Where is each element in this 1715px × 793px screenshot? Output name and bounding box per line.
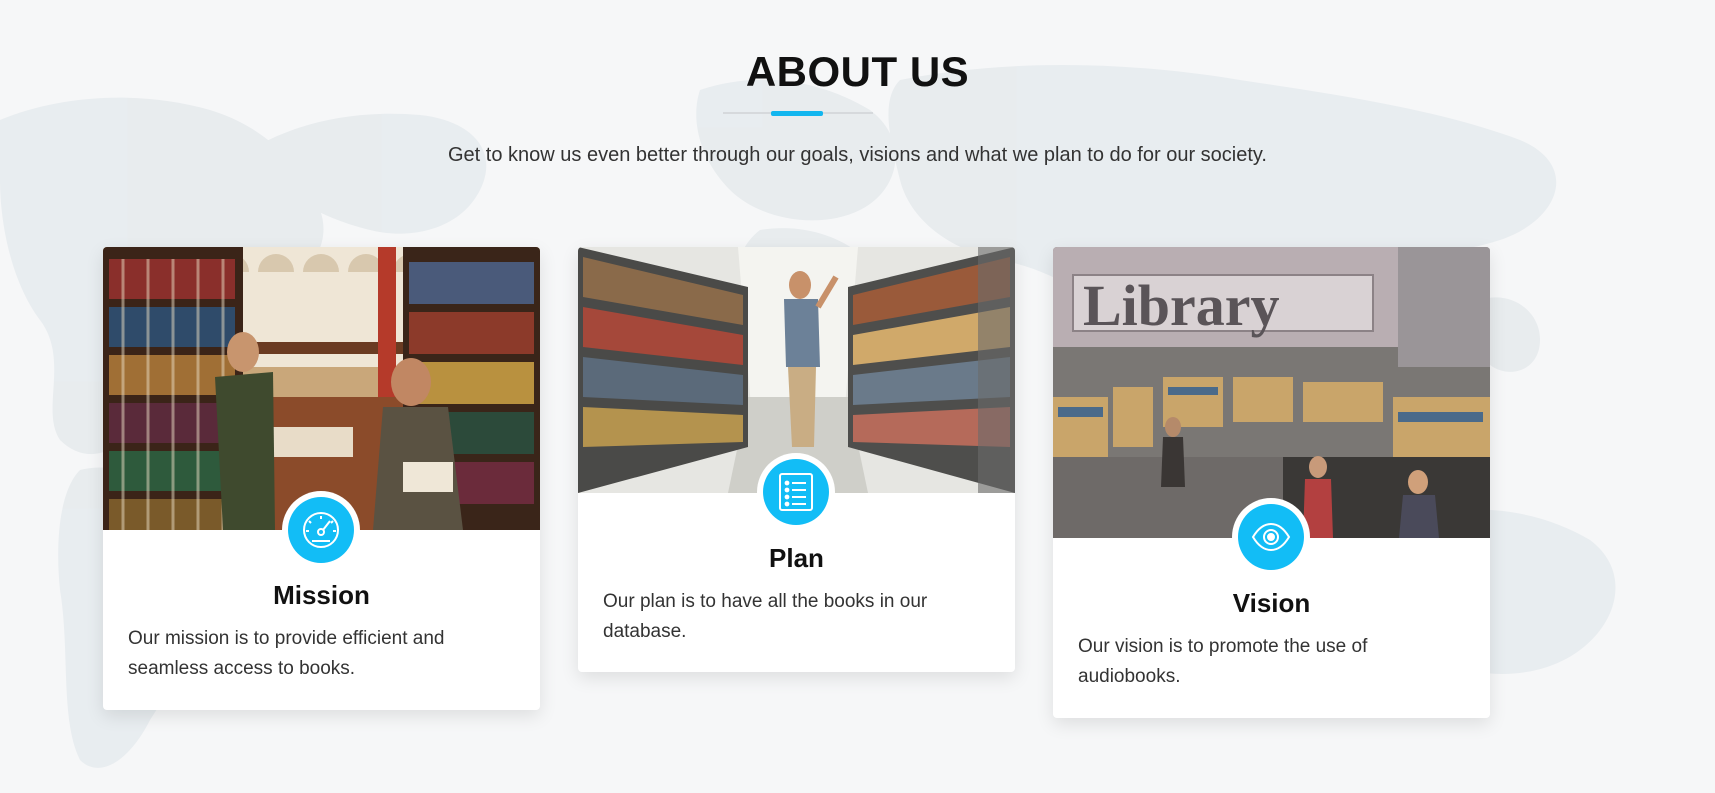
card-text: Our plan is to have all the books in our… bbox=[603, 591, 928, 642]
library-stacks-photo bbox=[103, 247, 540, 530]
eye-icon bbox=[1251, 522, 1291, 552]
list-document-icon bbox=[779, 473, 813, 511]
mission-icon-badge bbox=[282, 491, 360, 569]
about-us-section: ABOUT US Get to know us even better thro… bbox=[0, 0, 1715, 793]
card-title: Vision bbox=[1232, 588, 1311, 618]
section-title: ABOUT US bbox=[745, 48, 970, 95]
card-title: Plan bbox=[769, 543, 824, 573]
card-title: Mission bbox=[273, 580, 370, 610]
vision-card: Library Vision Our vision is to promote … bbox=[1053, 247, 1490, 718]
speedometer-icon bbox=[303, 512, 339, 548]
mission-card: Mission Our mission is to provide effici… bbox=[103, 247, 540, 710]
plan-card: Plan Our plan is to have all the books i… bbox=[578, 247, 1015, 672]
card-text: Our vision is to promote the use of audi… bbox=[1078, 636, 1368, 687]
plan-icon-badge bbox=[757, 453, 835, 531]
card-text: Our mission is to provide efficient and … bbox=[128, 628, 445, 679]
library-sign: Library bbox=[1083, 273, 1280, 338]
title-divider-accent bbox=[771, 111, 823, 116]
library-interior-photo: Library bbox=[1053, 247, 1490, 538]
vision-icon-badge bbox=[1232, 498, 1310, 576]
section-subtitle: Get to know us even better through our g… bbox=[448, 144, 1267, 166]
